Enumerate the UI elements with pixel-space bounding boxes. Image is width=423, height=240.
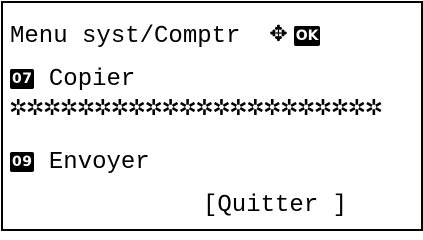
menu-item-number: 09 — [10, 152, 35, 172]
menu-item-label: Envoyer — [48, 149, 150, 176]
menu-item-number: 07 — [10, 69, 35, 89]
masked-line: ✲✲✲✲✲✲✲✲✲✲✲✲✲✲✲✲✲✲✲✲✲✲ — [9, 95, 383, 123]
four-way-arrow-icon: ✥ — [269, 22, 288, 47]
menu-item-label: Copier — [48, 66, 136, 93]
lcd-screen: Menu syst/Comptr ✥ OK 07 Copier ✲✲✲✲✲✲✲✲✲… — [1, 1, 423, 231]
menu-header: Menu syst/Comptr ✥ OK — [10, 22, 321, 51]
menu-item-envoyer[interactable]: 09 Envoyer — [10, 149, 150, 177]
masked-characters: ✲✲✲✲✲✲✲✲✲✲✲✲✲✲✲✲✲✲✲✲✲✲ — [9, 96, 383, 121]
ok-icon: OK — [293, 26, 321, 46]
quit-softkey[interactable]: [Quitter ] — [203, 192, 347, 220]
menu-title: Menu syst/Comptr — [10, 23, 241, 50]
menu-item-copier[interactable]: 07 Copier — [10, 66, 135, 94]
